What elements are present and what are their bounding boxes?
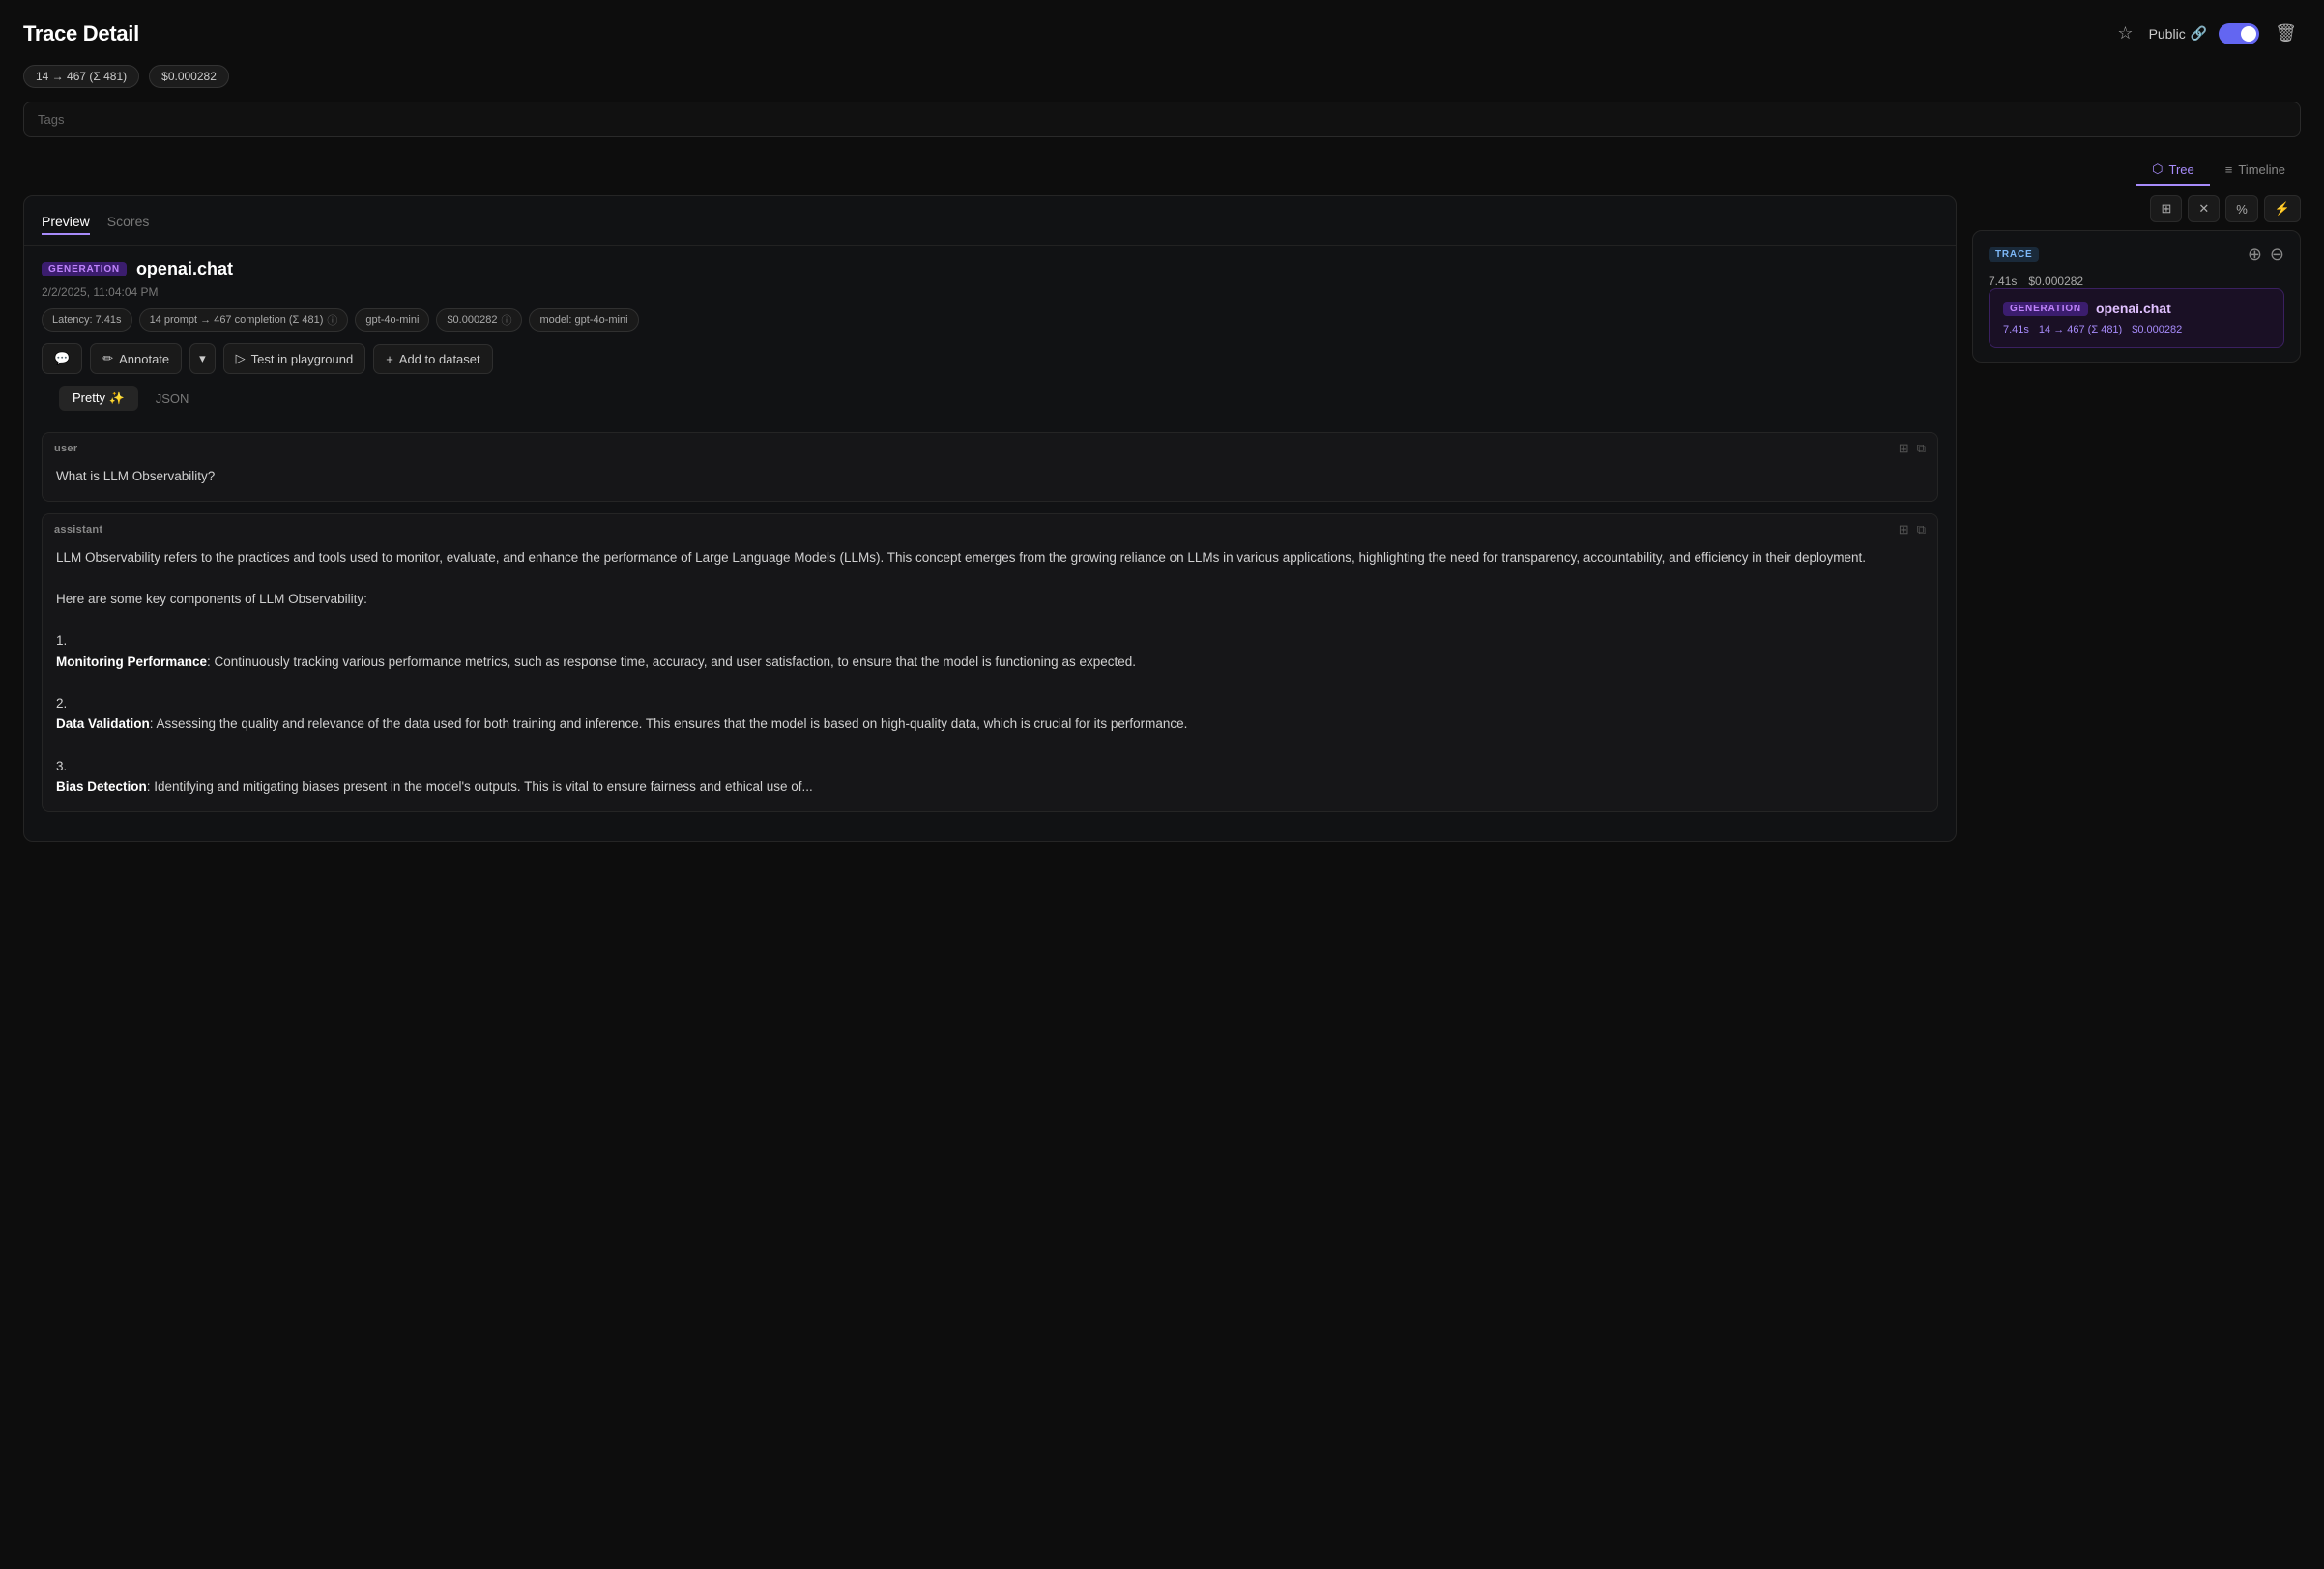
generation-badge: GENERATION	[42, 262, 127, 276]
gen-card-header: GENERATION openai.chat	[2003, 301, 2270, 316]
tags-row: Tags	[23, 102, 2301, 137]
right-toolbar: ⊞ ✕ % ⚡	[1972, 195, 2301, 222]
star-button[interactable]: ☆	[2113, 19, 2136, 47]
tokens-chip: 14 → 467 (Σ 481)	[23, 65, 139, 88]
user-role-label: user	[54, 443, 77, 454]
view-tabs: ⬡ Tree ≡ Timeline	[23, 155, 2301, 186]
markdown-icon-2[interactable]: ⊞	[1899, 522, 1909, 538]
trash-button[interactable]: 🗑	[2271, 19, 2301, 47]
pretty-json-tabs: Pretty ✨ JSON	[42, 386, 1938, 422]
gen-card-tokens: 14 → 467 (Σ 481)	[2039, 324, 2122, 335]
test-in-playground-button[interactable]: ▷ Test in playground	[223, 343, 366, 374]
panel-header: Preview Scores	[24, 196, 1956, 246]
right-panel: ⊞ ✕ % ⚡ TRACE ⊕ ⊖ 7.41s $0.0	[1972, 195, 2301, 374]
edit-icon: ✏	[102, 351, 113, 366]
filter-icon: ⚡	[2275, 201, 2290, 217]
add-to-dataset-button[interactable]: + Add to dataset	[373, 344, 492, 374]
messages-area: user ⊞ ⧉ What is LLM Observability? assi…	[24, 432, 1956, 841]
timeline-icon: ≡	[2225, 162, 2233, 177]
generation-card[interactable]: GENERATION openai.chat 7.41s 14 → 467 (Σ…	[1989, 288, 2284, 348]
trace-meta: 7.41s $0.000282	[1989, 275, 2284, 288]
preview-scores-tabs: Preview Scores	[42, 210, 166, 235]
markdown-icon[interactable]: ⊞	[1899, 441, 1909, 456]
gen-card-model: openai.chat	[2096, 301, 2171, 316]
user-message-icons: ⊞ ⧉	[1899, 441, 1926, 456]
public-label: Public 🔗	[2149, 25, 2208, 42]
cost-detail-chip: $0.000282 ⓘ	[436, 308, 522, 332]
generation-model-name: openai.chat	[136, 259, 233, 279]
play-icon: ▷	[236, 351, 246, 366]
link-icon: 🔗	[2191, 25, 2207, 42]
generation-header: GENERATION openai.chat 2/2/2025, 11:04:0…	[24, 246, 1956, 432]
tab-scores[interactable]: Scores	[107, 210, 150, 235]
close-icon: ✕	[2198, 201, 2209, 217]
user-role-row: user ⊞ ⧉	[43, 433, 1937, 462]
generation-chips: Latency: 7.41s 14 prompt → 467 completio…	[42, 308, 1938, 332]
main-layout: Preview Scores GENERATION openai.chat 2/…	[23, 195, 2301, 842]
assistant-role-label: assistant	[54, 524, 102, 536]
star-icon: ☆	[2117, 23, 2133, 44]
cost-chip: $0.000282	[149, 65, 229, 88]
public-text: Public	[2149, 26, 2186, 42]
tags-label: Tags	[38, 112, 64, 127]
gen-card-latency: 7.41s	[2003, 324, 2029, 335]
trash-icon: 🗑	[2275, 23, 2297, 44]
generation-date: 2/2/2025, 11:04:04 PM	[42, 285, 1938, 299]
assistant-role-row: assistant ⊞ ⧉	[43, 514, 1937, 543]
annotate-dropdown-button[interactable]: ▾	[189, 343, 216, 374]
left-panel: Preview Scores GENERATION openai.chat 2/…	[23, 195, 1957, 842]
expand-icon: ⊞	[2161, 201, 2171, 217]
meta-row: 14 → 467 (Σ 481) $0.000282	[23, 65, 2301, 88]
comment-icon: 💬	[54, 351, 70, 366]
copy-icon[interactable]: ⧉	[1917, 441, 1926, 456]
gen-card-meta: 7.41s 14 → 467 (Σ 481) $0.000282	[2003, 324, 2270, 335]
assistant-message-block: assistant ⊞ ⧉ LLM Observability refers t…	[42, 513, 1938, 812]
latency-chip: Latency: 7.41s	[42, 308, 132, 332]
trace-cost: $0.000282	[2028, 275, 2083, 288]
gen-card-cost: $0.000282	[2132, 324, 2182, 335]
copy-icon-2[interactable]: ⧉	[1917, 522, 1926, 538]
chevron-down-icon: ▾	[199, 351, 206, 366]
model-chip: gpt-4o-mini	[355, 308, 429, 332]
percent-icon: %	[2236, 202, 2248, 217]
tab-preview[interactable]: Preview	[42, 210, 90, 235]
plus-icon: +	[386, 352, 393, 366]
info-icon: ⓘ	[327, 312, 337, 328]
gen-card-badge: GENERATION	[2003, 302, 2088, 316]
tree-icon: ⬡	[2152, 161, 2163, 177]
trace-latency: 7.41s	[1989, 275, 2017, 288]
model-detail-chip: model: gpt-4o-mini	[529, 308, 638, 332]
gen-title-row: GENERATION openai.chat	[42, 259, 1938, 279]
trace-add-button[interactable]: ⊕	[2248, 245, 2262, 265]
trace-badge: TRACE	[1989, 247, 2039, 262]
tab-json[interactable]: JSON	[142, 386, 203, 411]
page-header: Trace Detail ☆ Public 🔗 🗑	[23, 19, 2301, 47]
filter-button[interactable]: ⚡	[2264, 195, 2301, 222]
public-toggle[interactable]	[2219, 23, 2259, 44]
trace-header-row: TRACE ⊕ ⊖	[1989, 245, 2284, 265]
action-row: 💬 ✏ Annotate ▾ ▷ Test in playground + Ad…	[42, 343, 1938, 374]
tab-pretty[interactable]: Pretty ✨	[59, 386, 138, 411]
user-message-content: What is LLM Observability?	[43, 462, 1937, 501]
tab-timeline[interactable]: ≡ Timeline	[2210, 155, 2301, 186]
assistant-message-content: LLM Observability refers to the practice…	[43, 543, 1937, 811]
user-message-block: user ⊞ ⧉ What is LLM Observability?	[42, 432, 1938, 502]
close-button[interactable]: ✕	[2188, 195, 2220, 222]
assistant-message-icons: ⊞ ⧉	[1899, 522, 1926, 538]
header-actions: ☆ Public 🔗 🗑	[2113, 19, 2301, 47]
trace-card: TRACE ⊕ ⊖ 7.41s $0.000282 GENERATION ope…	[1972, 230, 2301, 363]
cost-info-icon: ⓘ	[501, 312, 511, 328]
page-title: Trace Detail	[23, 21, 139, 46]
trace-remove-button[interactable]: ⊖	[2270, 245, 2284, 265]
percent-button[interactable]: %	[2225, 195, 2258, 222]
expand-button[interactable]: ⊞	[2150, 195, 2182, 222]
annotate-button[interactable]: ✏ Annotate	[90, 343, 182, 374]
comment-button[interactable]: 💬	[42, 343, 82, 374]
tokens-detail-chip: 14 prompt → 467 completion (Σ 481) ⓘ	[139, 308, 349, 332]
tab-tree[interactable]: ⬡ Tree	[2136, 155, 2210, 186]
